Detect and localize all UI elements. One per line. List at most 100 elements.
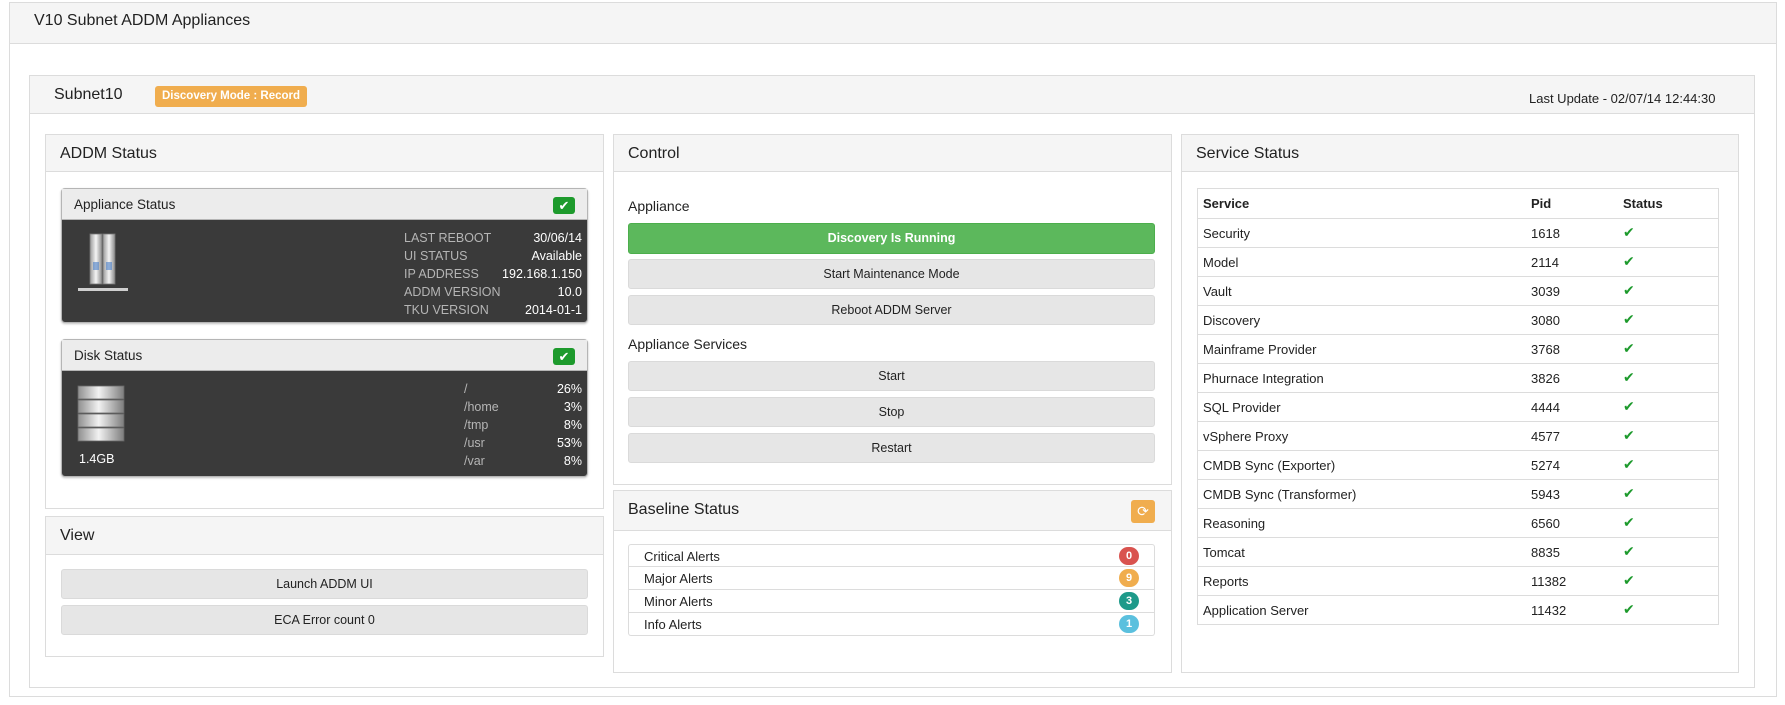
status-column-header: Status	[1623, 196, 1663, 211]
table-row: Reasoning 6560 ✔	[1198, 508, 1718, 537]
ip-address-label: IP ADDRESS	[404, 267, 479, 281]
status-check-icon: ✔	[1623, 514, 1635, 530]
disk-stack-icon	[76, 385, 128, 443]
service-pid: 5943	[1531, 487, 1560, 502]
service-pid: 3039	[1531, 284, 1560, 299]
info-alerts-count: 1	[1119, 615, 1139, 633]
service-pid: 2114	[1531, 255, 1559, 270]
status-check-icon: ✔	[1623, 253, 1635, 269]
service-name: Tomcat	[1203, 545, 1245, 560]
service-pid: 4444	[1531, 400, 1560, 415]
status-check-icon: ✔	[1623, 543, 1635, 559]
start-maintenance-mode-button[interactable]: Start Maintenance Mode	[628, 259, 1155, 289]
appliance-section-label: Appliance	[628, 198, 690, 214]
service-name: Phurnace Integration	[1203, 371, 1324, 386]
table-row: Tomcat 8835 ✔	[1198, 537, 1718, 566]
table-row: Discovery 3080 ✔	[1198, 305, 1718, 334]
status-check-icon: ✔	[1623, 601, 1635, 617]
disk-tmp-label: /tmp	[464, 418, 489, 432]
service-table-header: Service Pid Status	[1198, 189, 1718, 218]
status-check-icon: ✔	[1623, 398, 1635, 414]
status-check-icon: ✔	[1623, 572, 1635, 588]
service-name: Application Server	[1203, 603, 1309, 618]
status-check-icon: ✔	[1623, 427, 1635, 443]
service-pid: 3768	[1531, 342, 1560, 357]
tku-version-value: 2014-01-1	[525, 303, 582, 317]
appliance-services-label: Appliance Services	[628, 336, 748, 352]
status-check-icon: ✔	[1623, 311, 1635, 327]
service-name: Model	[1203, 255, 1239, 270]
service-name: Security	[1203, 226, 1250, 241]
service-status-title: Service Status	[1196, 145, 1300, 162]
table-row: Application Server 11432 ✔	[1198, 595, 1718, 624]
service-name: SQL Provider	[1203, 400, 1281, 415]
page-title: V10 Subnet ADDM Appliances	[34, 12, 251, 29]
status-check-icon: ✔	[1623, 456, 1635, 472]
minor-alerts-row[interactable]: Minor Alerts 3	[628, 590, 1155, 613]
disk-home-label: /home	[464, 400, 499, 414]
service-name: CMDB Sync (Transformer)	[1203, 487, 1357, 502]
disk-usr-value: 53%	[556, 436, 582, 450]
launch-addm-ui-button[interactable]: Launch ADDM UI	[61, 569, 588, 599]
disk-home-value: 3%	[563, 400, 582, 414]
disk-tmp-value: 8%	[563, 418, 582, 432]
table-row: Reports 11382 ✔	[1198, 566, 1718, 595]
status-check-icon: ✔	[1623, 282, 1635, 298]
critical-alerts-row[interactable]: Critical Alerts 0	[628, 544, 1155, 567]
discovery-running-button[interactable]: Discovery Is Running	[628, 223, 1155, 254]
refresh-icon[interactable]: ⟳	[1131, 500, 1155, 523]
baseline-status-title: Baseline Status	[628, 501, 740, 518]
major-alerts-row[interactable]: Major Alerts 9	[628, 567, 1155, 590]
stop-service-button[interactable]: Stop	[628, 397, 1155, 427]
subnet-title: Subnet10	[54, 86, 123, 103]
last-reboot-value: 30/06/14	[533, 231, 582, 245]
service-pid: 11382	[1531, 574, 1567, 589]
discovery-mode-badge: Discovery Mode : Record	[155, 86, 308, 107]
addm-version-value: 10.0	[557, 285, 582, 299]
eca-error-count-button[interactable]: ECA Error count 0	[61, 605, 588, 635]
table-row: CMDB Sync (Transformer) 5943 ✔	[1198, 479, 1718, 508]
disk-root-label: /	[464, 382, 468, 396]
ui-status-value: Available	[531, 249, 582, 263]
table-row: Vault 3039 ✔	[1198, 276, 1718, 305]
appliance-status-title: Appliance Status	[74, 197, 176, 212]
disk-usr-label: /usr	[464, 436, 485, 450]
page-header	[10, 3, 1776, 44]
critical-alerts-count: 0	[1119, 547, 1139, 565]
service-pid: 4577	[1531, 429, 1560, 444]
table-row: Security 1618 ✔	[1198, 218, 1718, 247]
view-header	[46, 517, 603, 555]
status-check-icon: ✔	[1623, 369, 1635, 385]
service-name: Reports	[1203, 574, 1249, 589]
status-check-icon: ✔	[1623, 340, 1635, 356]
table-row: Mainframe Provider 3768 ✔	[1198, 334, 1718, 363]
table-row: SQL Provider 4444 ✔	[1198, 392, 1718, 421]
major-alerts-label: Major Alerts	[644, 571, 713, 586]
table-row: Model 2114 ✔	[1198, 247, 1718, 276]
start-service-button[interactable]: Start	[628, 361, 1155, 391]
service-pid: 11432	[1531, 603, 1567, 618]
service-name: Reasoning	[1203, 516, 1266, 531]
info-alerts-row[interactable]: Info Alerts 1	[628, 613, 1155, 636]
service-name: CMDB Sync (Exporter)	[1203, 458, 1336, 473]
table-row: vSphere Proxy 4577 ✔	[1198, 421, 1718, 450]
service-name: Discovery	[1203, 313, 1261, 328]
major-alerts-count: 9	[1119, 569, 1139, 587]
service-pid: 3826	[1531, 371, 1560, 386]
minor-alerts-label: Minor Alerts	[644, 594, 713, 609]
appliance-ok-check-icon: ✔	[553, 197, 575, 214]
status-check-icon: ✔	[1623, 224, 1635, 240]
restart-service-button[interactable]: Restart	[628, 433, 1155, 463]
service-pid: 1618	[1531, 226, 1560, 241]
disk-size-value: 1.4GB	[79, 452, 115, 466]
minor-alerts-count: 3	[1119, 592, 1139, 610]
disk-var-label: /var	[464, 454, 485, 468]
service-pid: 6560	[1531, 516, 1560, 531]
reboot-addm-server-button[interactable]: Reboot ADDM Server	[628, 295, 1155, 325]
service-pid: 5274	[1531, 458, 1560, 473]
ip-address-value: 192.168.1.150	[502, 267, 582, 281]
ui-status-label: UI STATUS	[404, 249, 468, 263]
table-row: CMDB Sync (Exporter) 5274 ✔	[1198, 450, 1718, 479]
info-alerts-label: Info Alerts	[644, 617, 702, 632]
disk-ok-check-icon: ✔	[553, 348, 575, 365]
